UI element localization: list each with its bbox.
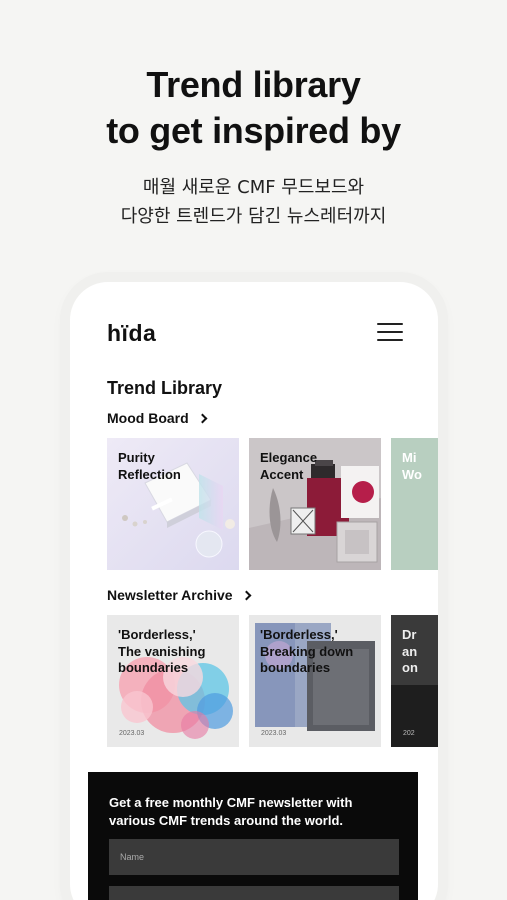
card-date: 202	[403, 730, 415, 737]
card-title: 'Borderless,' Breaking down boundaries	[260, 627, 354, 675]
newsletter-card[interactable]: 'Borderless,' The vanishing boundaries 2…	[107, 615, 239, 747]
card-date: 2023.03	[119, 730, 145, 737]
card-title: Mi Wo	[402, 450, 422, 482]
page-title: Trend Library	[107, 378, 223, 398]
hero-subtitle: 매월 새로운 CMF 무드보드와 다양한 트렌드가 담긴 뉴스레터까지	[0, 173, 507, 231]
chevron-right-icon	[241, 590, 251, 601]
mood-board-label: Mood Board	[107, 410, 189, 426]
mood-board-card[interactable]: Mi Wo	[391, 438, 438, 570]
phone-mockup: hïda Trend Library Mood Board Purity Ref…	[70, 282, 438, 900]
hero-title: Trend library to get inspired by	[0, 62, 507, 154]
name-input[interactable]	[109, 839, 399, 875]
app-logo[interactable]: hïda	[107, 320, 156, 347]
card-date: 2023.03	[261, 730, 287, 737]
chevron-right-icon	[197, 413, 208, 424]
card-title: Purity Reflection	[118, 450, 181, 482]
newsletter-signup-text: Get a free monthly CMF newsletter with v…	[109, 795, 353, 828]
mood-board-link[interactable]: Mood Board	[107, 410, 208, 426]
newsletter-row: 'Borderless,' The vanishing boundaries 2…	[107, 615, 438, 747]
card-title: 'Borderless,' The vanishing boundaries	[118, 627, 206, 675]
hero-subtitle-line2: 다양한 트렌드가 담긴 뉴스레터까지	[120, 206, 387, 227]
hero-subtitle-line1: 매월 새로운 CMF 무드보드와	[142, 177, 365, 198]
newsletter-card[interactable]: Dr an on 202	[391, 615, 438, 747]
email-input[interactable]	[109, 886, 399, 900]
card-title: Dr an on	[402, 627, 418, 675]
newsletter-card[interactable]: 'Borderless,' Breaking down boundaries 2…	[249, 615, 381, 747]
hero-title-line2: to get inspired by	[106, 110, 401, 151]
newsletter-signup: Get a free monthly CMF newsletter with v…	[88, 772, 418, 900]
hamburger-menu-icon[interactable]	[377, 323, 403, 343]
mood-board-card[interactable]: Elegance Accent	[249, 438, 381, 570]
mood-board-row: Purity Reflection Elegance Accent Mi Wo	[107, 438, 438, 570]
newsletter-archive-link[interactable]: Newsletter Archive	[107, 587, 251, 603]
card-title: Elegance Accent	[260, 450, 318, 482]
mood-board-card[interactable]: Purity Reflection	[107, 438, 239, 570]
hero-title-line1: Trend library	[146, 64, 361, 105]
newsletter-archive-label: Newsletter Archive	[107, 587, 233, 603]
